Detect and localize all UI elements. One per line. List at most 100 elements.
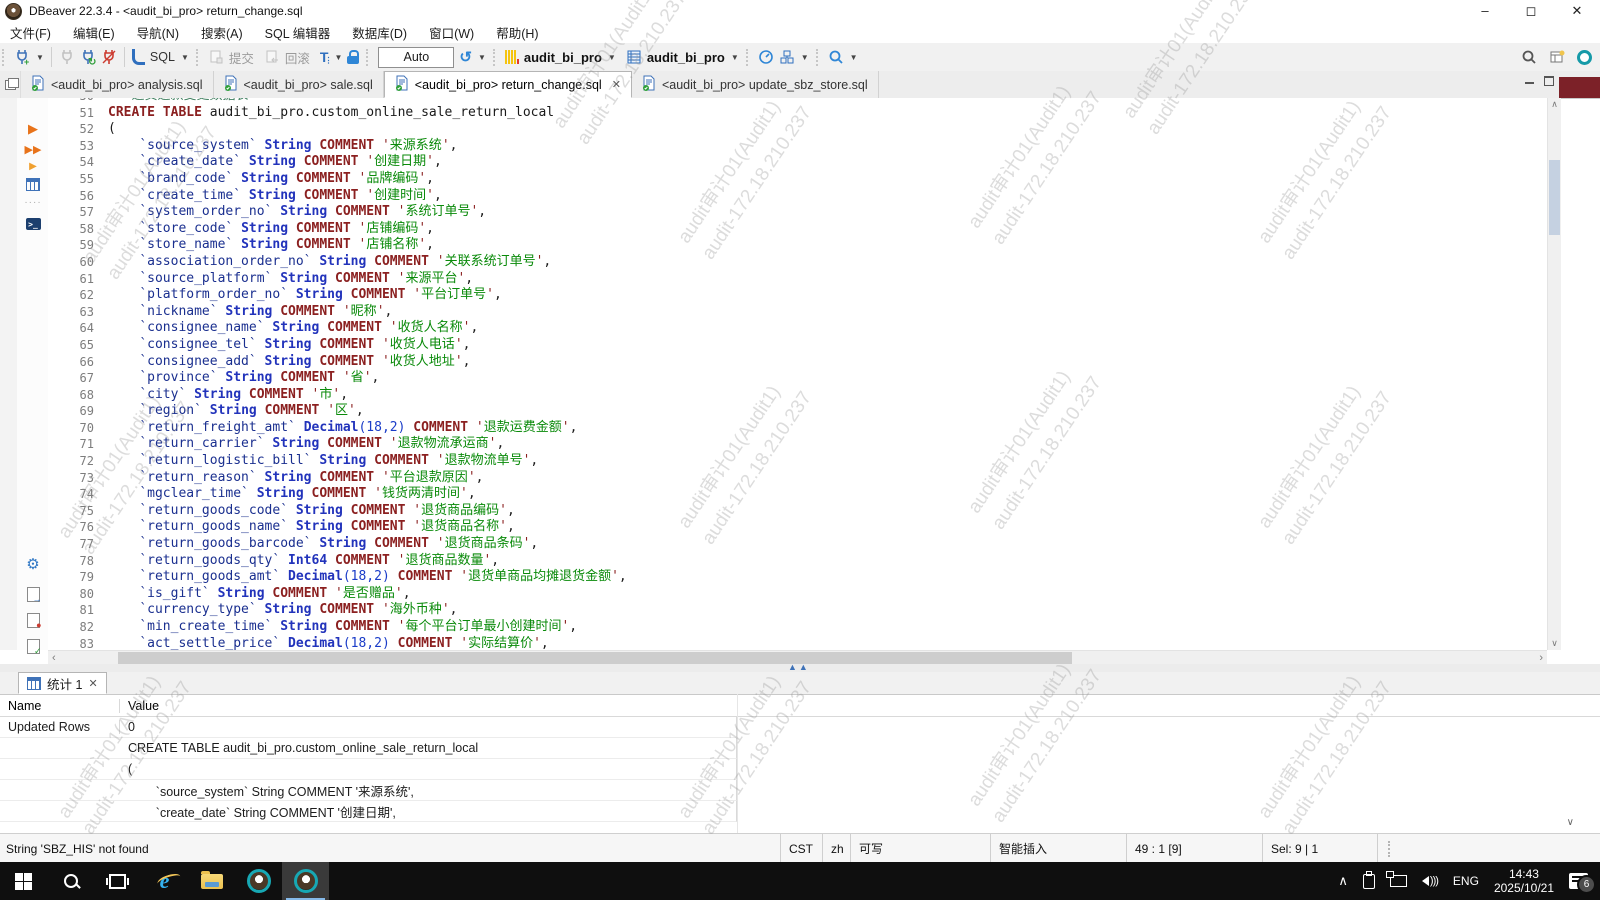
active-connection-select[interactable]: audit_bi_pro <box>524 50 602 65</box>
new-connection-dropdown[interactable]: ▼ <box>36 53 44 62</box>
menu-item[interactable]: 编辑(E) <box>73 23 115 42</box>
open-perspective-icon[interactable] <box>1549 49 1565 65</box>
dbeaver-perspective-icon[interactable] <box>1577 50 1592 65</box>
maximize-button[interactable]: ◻ <box>1508 0 1554 22</box>
grid-header-value[interactable]: Value <box>120 699 159 713</box>
menu-item[interactable]: SQL 编辑器 <box>265 23 331 42</box>
sql-code-editor[interactable]: 50-- 退货退款变更数据表51CREATE TABLE audit_bi_pr… <box>48 98 1547 650</box>
statistics-tab[interactable]: 统计 1 ✕ <box>18 672 107 694</box>
explain-plan-icon[interactable] <box>24 176 42 192</box>
validate-script-icon[interactable]: ✓ <box>24 638 42 654</box>
clickhouse-driver-icon[interactable] <box>505 50 519 64</box>
editor-tab[interactable]: <audit_bi_pro> return_change.sql✕ <box>384 71 632 98</box>
stats-row[interactable]: `source_system` String COMMENT '来源系统', <box>0 780 737 801</box>
task-view-button[interactable] <box>94 862 141 900</box>
sql-editor-dropdown[interactable]: ▼ <box>181 53 189 62</box>
schema-icon[interactable] <box>626 49 642 65</box>
menu-item[interactable]: 导航(N) <box>137 23 179 42</box>
status-timezone[interactable]: CST <box>780 834 822 863</box>
taskbar-search-button[interactable] <box>47 862 94 900</box>
grid-header-name[interactable]: Name <box>0 699 120 713</box>
panel-scroll-down-icon[interactable]: ∨ <box>1567 817 1574 828</box>
menu-item[interactable]: 帮助(H) <box>496 23 538 42</box>
menu-item[interactable]: 数据库(D) <box>352 23 407 42</box>
execute-new-tab-icon[interactable]: ▶ <box>24 158 42 174</box>
menu-item[interactable]: 窗口(W) <box>429 23 474 42</box>
connect-icon[interactable] <box>59 49 75 65</box>
status-language[interactable]: zh <box>822 834 850 863</box>
stats-row[interactable]: `create_date` String COMMENT '创建日期', <box>0 801 737 822</box>
schema-dropdown[interactable]: ▼ <box>731 53 739 62</box>
reconnect-icon[interactable]: ↻ <box>80 49 96 65</box>
vertical-scrollbar[interactable]: ∧ ∨ <box>1547 98 1561 650</box>
status-selection[interactable]: Sel: 9 | 1 <box>1262 834 1378 863</box>
load-script-icon[interactable]: → <box>24 586 42 602</box>
stats-row[interactable]: CREATE TABLE audit_bi_pro.custom_online_… <box>0 738 737 759</box>
panel-splitter[interactable]: ▲▲ <box>0 664 1600 672</box>
menu-item[interactable]: 文件(F) <box>10 23 51 42</box>
active-schema-select[interactable]: audit_bi_pro <box>647 50 725 65</box>
commit-icon[interactable] <box>208 49 224 65</box>
sql-editor-label[interactable]: SQL <box>150 50 175 64</box>
editor-tab[interactable]: <audit_bi_pro> analysis.sql <box>21 71 214 98</box>
sql-editor-icon[interactable] <box>132 49 145 65</box>
rollback-icon[interactable] <box>264 49 280 65</box>
scroll-right-icon[interactable]: › <box>1539 651 1543 665</box>
splitter-collapse-icon[interactable]: ▲▲ <box>788 662 810 672</box>
close-icon[interactable]: ✕ <box>612 78 621 91</box>
menu-item[interactable]: 搜索(A) <box>201 23 243 42</box>
scroll-left-icon[interactable]: ‹ <box>52 651 56 665</box>
lock-icon[interactable] <box>347 50 359 64</box>
history-dropdown[interactable]: ▼ <box>478 53 486 62</box>
quick-search-icon[interactable] <box>1521 49 1537 65</box>
transaction-history-icon[interactable]: ↺ <box>459 50 472 65</box>
minimize-button[interactable]: – <box>1462 0 1508 22</box>
execute-statement-icon[interactable]: ▶ <box>24 120 42 136</box>
notification-center-icon[interactable]: 6 <box>1569 873 1588 889</box>
package-icon[interactable] <box>779 49 795 65</box>
taskbar-clock[interactable]: 14:43 2025/10/21 <box>1494 867 1554 895</box>
dbeaver-taskbar-button-active[interactable] <box>282 862 329 900</box>
close-icon[interactable]: ✕ <box>88 677 97 690</box>
data-search-icon[interactable] <box>828 49 844 65</box>
package-dropdown[interactable]: ▼ <box>801 53 809 62</box>
commit-mode-select[interactable]: Auto <box>378 47 454 68</box>
status-caret-position[interactable]: 49 : 1 [9] <box>1126 834 1262 863</box>
editor-tab[interactable]: <audit_bi_pro> sale.sql <box>214 71 384 98</box>
new-connection-icon[interactable]: + <box>14 49 30 65</box>
volume-icon[interactable]: ))) <box>1422 875 1438 887</box>
maximize-editor-icon[interactable] <box>1544 76 1554 86</box>
output-console-icon[interactable]: >_ <box>24 216 42 232</box>
scroll-up-icon[interactable]: ∧ <box>1548 99 1561 110</box>
close-button[interactable]: ✕ <box>1554 0 1600 22</box>
start-button[interactable] <box>0 862 47 900</box>
editor-tab[interactable]: <audit_bi_pro> update_sbz_store.sql <box>632 71 879 98</box>
file-explorer-button[interactable] <box>188 862 235 900</box>
tray-expand-icon[interactable]: ∧ <box>1338 873 1348 889</box>
internet-explorer-button[interactable]: e <box>141 862 188 900</box>
stats-row[interactable]: Updated Rows0 <box>0 717 737 738</box>
scroll-down-icon[interactable]: ∨ <box>1548 638 1561 649</box>
transaction-log-icon[interactable]: T⋮ <box>320 49 329 65</box>
save-script-icon[interactable]: ● <box>24 612 42 628</box>
connection-dropdown[interactable]: ▼ <box>608 53 616 62</box>
usb-device-icon[interactable] <box>1363 874 1375 889</box>
status-writable[interactable]: 可写 <box>850 834 990 863</box>
horizontal-scrollbar-thumb[interactable] <box>118 652 1072 664</box>
rollback-label[interactable]: 回滚 <box>285 48 310 67</box>
network-icon[interactable] <box>1390 875 1407 887</box>
execute-script-icon[interactable]: ▶▶ <box>24 142 42 158</box>
status-insert-mode[interactable]: 智能插入 <box>990 834 1126 863</box>
editor-settings-icon[interactable]: ⚙ <box>24 556 42 572</box>
minimize-editor-icon[interactable] <box>1525 79 1534 84</box>
stats-row[interactable]: ( <box>0 759 737 780</box>
input-language-indicator[interactable]: ENG <box>1453 874 1479 888</box>
vertical-scrollbar-thumb[interactable] <box>1549 160 1560 235</box>
search-dropdown[interactable]: ▼ <box>850 53 858 62</box>
transaction-dropdown[interactable]: ▼ <box>334 53 342 62</box>
dbeaver-taskbar-button[interactable] <box>235 862 282 900</box>
commit-label[interactable]: 提交 <box>229 48 254 67</box>
dashboard-icon[interactable] <box>758 49 774 65</box>
disconnect-icon[interactable] <box>101 49 117 65</box>
restore-panel-icon[interactable] <box>0 71 21 98</box>
